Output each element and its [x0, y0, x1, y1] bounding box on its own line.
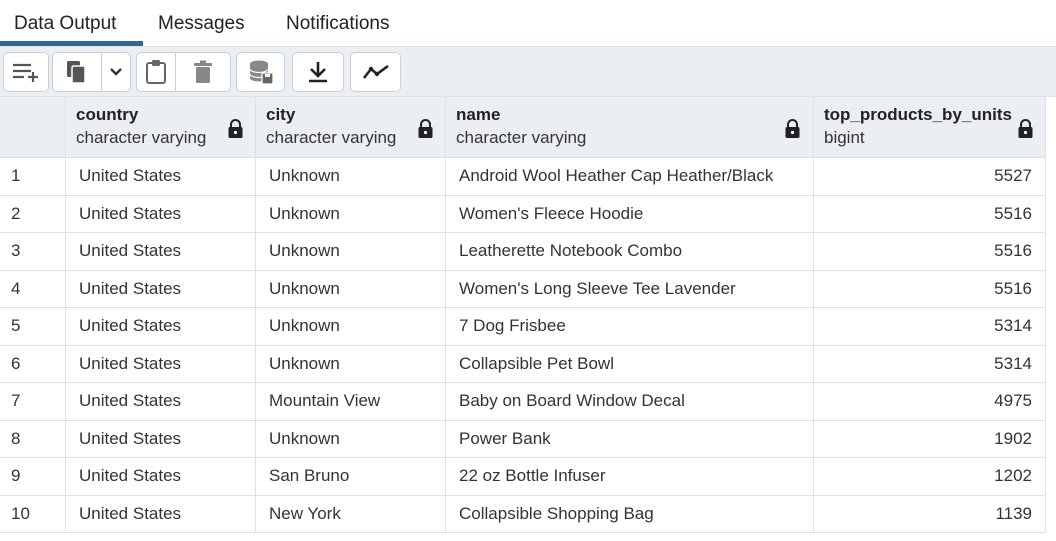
- city-cell[interactable]: Unknown: [256, 420, 446, 457]
- table-row[interactable]: 6 United States Unknown Collapsible Pet Bow…: [0, 345, 1046, 383]
- download-button[interactable]: [292, 52, 344, 92]
- table-row[interactable]: 9 United States San Bruno 22 oz Bottle Infu…: [0, 458, 1046, 496]
- row-number-cell[interactable]: 10: [0, 495, 66, 532]
- column-type: character varying: [456, 128, 587, 147]
- top-products-by-units-cell[interactable]: 5516: [814, 233, 1046, 270]
- country-cell[interactable]: United States: [66, 308, 256, 345]
- country-cell[interactable]: United States: [66, 195, 256, 232]
- table-row[interactable]: 4 United States Unknown Women's Long Sleeve…: [0, 270, 1046, 308]
- column-name: city: [266, 105, 296, 124]
- table-row[interactable]: 2 United States Unknown Women's Fleece Hood…: [0, 195, 1046, 233]
- copy-icon: [65, 59, 89, 85]
- lock-icon: [228, 119, 243, 144]
- column-header-country[interactable]: country character varying: [66, 97, 256, 158]
- country-cell[interactable]: United States: [66, 420, 256, 457]
- name-cell[interactable]: Women's Long Sleeve Tee Lavender: [446, 270, 814, 307]
- name-cell[interactable]: 7 Dog Frisbee: [446, 308, 814, 345]
- top-products-by-units-cell[interactable]: 5314: [814, 345, 1046, 382]
- lock-icon: [418, 119, 433, 144]
- country-cell[interactable]: United States: [66, 495, 256, 532]
- table-row[interactable]: 10 United States New York Collapsible Shopp…: [0, 495, 1046, 533]
- name-cell[interactable]: Android Wool Heather Cap Heather/Black: [446, 158, 814, 195]
- data-output-toolbar: [0, 47, 1056, 97]
- tab-messages[interactable]: Messages: [144, 0, 259, 47]
- paste-icon: [145, 59, 167, 85]
- column-name: name: [456, 105, 501, 124]
- country-cell[interactable]: United States: [66, 383, 256, 420]
- city-cell[interactable]: Unknown: [256, 195, 446, 232]
- column-type: character varying: [76, 128, 207, 147]
- city-cell[interactable]: Unknown: [256, 233, 446, 270]
- row-number-cell[interactable]: 4: [0, 270, 66, 307]
- column-type: bigint: [824, 128, 865, 147]
- chevron-down-icon: [109, 67, 123, 77]
- row-number-cell[interactable]: 1: [0, 158, 66, 195]
- graph-visualiser-icon: [362, 63, 390, 81]
- top-products-by-units-cell[interactable]: 5516: [814, 195, 1046, 232]
- row-number-cell[interactable]: 7: [0, 383, 66, 420]
- row-number-header: [0, 97, 66, 158]
- city-cell[interactable]: New York: [256, 495, 446, 532]
- top-products-by-units-cell[interactable]: 1202: [814, 458, 1046, 495]
- tab-notifications[interactable]: Notifications: [272, 0, 404, 47]
- table-row[interactable]: 3 United States Unknown Leatherette Noteboo…: [0, 233, 1046, 271]
- row-number-cell[interactable]: 5: [0, 308, 66, 345]
- name-cell[interactable]: Collapsible Shopping Bag: [446, 495, 814, 532]
- tab-data-output[interactable]: Data Output: [0, 0, 130, 47]
- download-icon: [307, 60, 329, 84]
- result-tabs: Data Output Messages Notifications: [0, 0, 1056, 47]
- delete-icon: [193, 60, 213, 84]
- country-cell[interactable]: United States: [66, 233, 256, 270]
- name-cell[interactable]: Baby on Board Window Decal: [446, 383, 814, 420]
- add-row-button[interactable]: [3, 52, 49, 92]
- save-data-changes-icon: [248, 59, 274, 85]
- country-cell[interactable]: United States: [66, 270, 256, 307]
- column-header-city[interactable]: city character varying: [256, 97, 446, 158]
- city-cell[interactable]: San Bruno: [256, 458, 446, 495]
- name-cell[interactable]: Women's Fleece Hoodie: [446, 195, 814, 232]
- top-products-by-units-cell[interactable]: 4975: [814, 383, 1046, 420]
- column-name: top_products_by_units: [824, 105, 1012, 124]
- name-cell[interactable]: Leatherette Notebook Combo: [446, 233, 814, 270]
- row-number-cell[interactable]: 6: [0, 345, 66, 382]
- table-row[interactable]: 5 United States Unknown 7 Dog Frisbee 5314: [0, 308, 1046, 346]
- row-number-cell[interactable]: 2: [0, 195, 66, 232]
- column-header-top-products-by-units[interactable]: top_products_by_units bigint: [814, 97, 1046, 158]
- top-products-by-units-cell[interactable]: 5516: [814, 270, 1046, 307]
- city-cell[interactable]: Unknown: [256, 158, 446, 195]
- column-name: country: [76, 105, 139, 124]
- table-row[interactable]: 8 United States Unknown Power Bank 1902: [0, 420, 1046, 458]
- name-cell[interactable]: 22 oz Bottle Infuser: [446, 458, 814, 495]
- city-cell[interactable]: Unknown: [256, 308, 446, 345]
- save-data-changes-button[interactable]: [236, 52, 285, 92]
- table-row[interactable]: 7 United States Mountain View Baby on Board…: [0, 383, 1046, 421]
- paste-button[interactable]: [136, 52, 176, 92]
- city-cell[interactable]: Unknown: [256, 270, 446, 307]
- table-row[interactable]: 1 United States Unknown Android Wool Heathe…: [0, 158, 1046, 196]
- country-cell[interactable]: United States: [66, 345, 256, 382]
- name-cell[interactable]: Collapsible Pet Bowl: [446, 345, 814, 382]
- column-type: character varying: [266, 128, 397, 147]
- column-header-name[interactable]: name character varying: [446, 97, 814, 158]
- graph-visualiser-button[interactable]: [350, 52, 401, 92]
- city-cell[interactable]: Unknown: [256, 345, 446, 382]
- row-number-cell[interactable]: 9: [0, 458, 66, 495]
- top-products-by-units-cell[interactable]: 1902: [814, 420, 1046, 457]
- lock-icon: [1018, 119, 1033, 144]
- top-products-by-units-cell[interactable]: 5527: [814, 158, 1046, 195]
- country-cell[interactable]: United States: [66, 458, 256, 495]
- name-cell[interactable]: Power Bank: [446, 420, 814, 457]
- country-cell[interactable]: United States: [66, 158, 256, 195]
- top-products-by-units-cell[interactable]: 1139: [814, 495, 1046, 532]
- copy-button[interactable]: [52, 52, 102, 92]
- delete-button[interactable]: [175, 52, 231, 92]
- top-products-by-units-cell[interactable]: 5314: [814, 308, 1046, 345]
- row-number-cell[interactable]: 8: [0, 420, 66, 457]
- lock-icon: [785, 119, 800, 144]
- copy-options-dropdown[interactable]: [101, 52, 131, 92]
- row-number-cell[interactable]: 3: [0, 233, 66, 270]
- city-cell[interactable]: Mountain View: [256, 383, 446, 420]
- add-row-icon: [11, 61, 41, 83]
